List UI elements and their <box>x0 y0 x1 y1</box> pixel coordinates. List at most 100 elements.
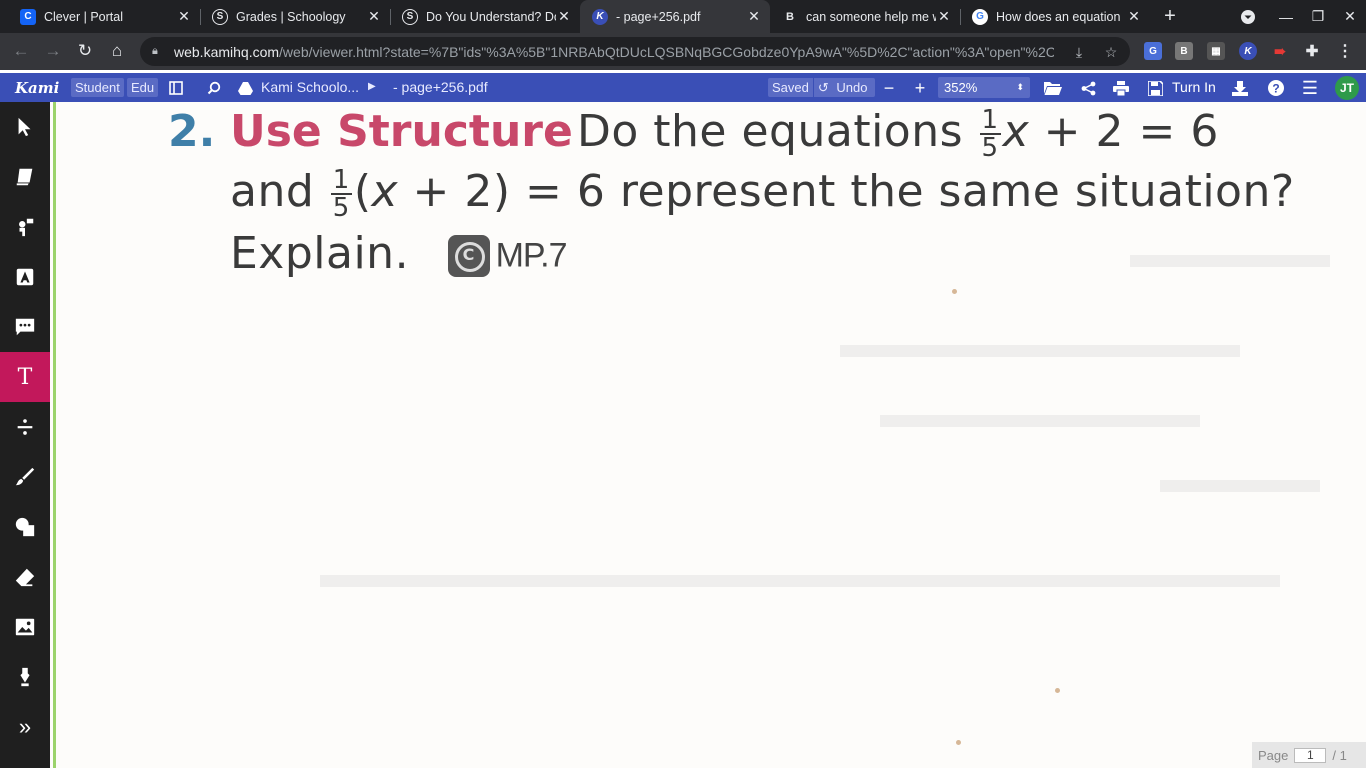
download-icon[interactable] <box>1229 77 1251 99</box>
brainly-favicon-icon: B <box>786 10 794 23</box>
select-tool[interactable] <box>0 102 50 152</box>
equation-tool[interactable] <box>0 402 50 452</box>
install-app-icon[interactable]: ⤓ <box>1070 43 1088 61</box>
back-icon[interactable]: ← <box>6 36 36 66</box>
address-bar[interactable]: 🔒︎ web.kamihq.com/web/viewer.html?state=… <box>140 37 1130 66</box>
open-folder-icon[interactable] <box>1042 77 1064 99</box>
extensions-puzzle-icon[interactable]: ✚ <box>1303 42 1321 60</box>
open-paren: ( <box>353 166 372 217</box>
hamburger-menu-icon[interactable]: ☰ <box>1299 77 1321 99</box>
dictionary-tool[interactable] <box>0 152 50 202</box>
screencastify-extension-icon[interactable]: ➠ <box>1271 42 1289 60</box>
close-tab-icon[interactable]: ✕ <box>746 8 762 25</box>
text-tool[interactable]: T <box>0 352 50 402</box>
variable-x: x <box>371 166 399 217</box>
speech-bubble-person-icon <box>19 218 34 237</box>
pdf-viewport[interactable]: ▬▬▬▬▬ ▬▬▬▬▬▬▬▬▬▬ ▬▬▬▬▬▬▬▬ ▬▬▬▬ ▬▬▬▬▬▬▬▬▬… <box>50 102 1366 768</box>
browser-tab-do-you-understand[interactable]: S Do You Understand? Do ✕ <box>390 0 580 33</box>
expand-toolbar-icon[interactable]: » <box>0 702 50 752</box>
avatar[interactable]: JT <box>1335 76 1359 100</box>
breadcrumb-folder[interactable]: Kami Schoolo... <box>261 79 359 95</box>
markup-tool[interactable] <box>0 252 50 302</box>
zoom-out-icon[interactable]: − <box>878 77 900 99</box>
google-favicon-icon: G <box>972 8 988 25</box>
lock-icon: 🔒︎ <box>152 45 158 57</box>
eraser-icon <box>15 568 35 587</box>
browser-toolbar: ← → ↻ ⌂ 🔒︎ web.kamihq.com/web/viewer.htm… <box>0 33 1366 70</box>
chrome-menu-icon[interactable]: ⋮ <box>1336 42 1354 60</box>
paper-speck <box>952 289 957 294</box>
close-tab-icon[interactable]: ✕ <box>1126 8 1142 25</box>
line1-tail: + 2 = 6 <box>1043 106 1219 157</box>
svg-text:?: ? <box>1272 82 1279 96</box>
save-disk-icon[interactable] <box>1144 77 1166 99</box>
print-icon[interactable] <box>1110 77 1132 99</box>
close-window-icon[interactable]: ✕ <box>1334 0 1366 33</box>
eraser-tool[interactable] <box>0 552 50 602</box>
zoom-select[interactable]: 352% ⬍ <box>938 77 1030 98</box>
page-label: Page <box>1258 747 1289 763</box>
tab-title: Grades | Schoology <box>236 9 346 24</box>
variable-x: x <box>1002 106 1030 157</box>
undo-label: Undo <box>836 80 868 95</box>
comment-tool[interactable] <box>0 302 50 352</box>
saved-label: Saved <box>772 80 809 95</box>
page-number-input[interactable]: 1 <box>1294 747 1327 763</box>
home-icon[interactable]: ⌂ <box>102 36 132 66</box>
fraction-one-fifth: 15 <box>979 107 1001 161</box>
new-tab-icon[interactable]: + <box>1154 0 1186 33</box>
share-icon[interactable] <box>1077 77 1099 99</box>
pen-nib-icon <box>20 667 30 687</box>
tab-title: - page+256.pdf <box>616 9 701 24</box>
line2-tail: + 2) = 6 represent the same situation? <box>412 166 1295 217</box>
shapes-tool[interactable] <box>0 502 50 552</box>
image-icon <box>15 618 35 636</box>
browser-tab-google[interactable]: G How does an equation ✕ <box>960 0 1150 33</box>
bleed-through-decoration: ▬▬▬▬▬▬▬▬▬▬▬▬▬▬▬▬▬▬▬▬▬▬▬▬ <box>320 552 1280 596</box>
help-icon[interactable]: ? <box>1265 77 1287 99</box>
signature-tool[interactable] <box>0 652 50 702</box>
file-name[interactable]: - page+256.pdf <box>393 79 488 95</box>
fraction-one-fifth: 15 <box>330 165 352 221</box>
bleed-through-decoration: ▬▬▬▬▬ <box>1130 232 1330 276</box>
turn-in-button[interactable]: Turn In <box>1172 79 1216 95</box>
minimize-icon[interactable]: — <box>1270 0 1302 33</box>
highlight-a-icon <box>16 268 34 286</box>
zoom-value: 352% <box>944 80 978 95</box>
math-practice-code: MP.7 <box>495 236 568 275</box>
browser-tab-grades[interactable]: S Grades | Schoology ✕ <box>200 0 390 33</box>
search-icon[interactable] <box>203 77 225 99</box>
drawing-tool[interactable] <box>0 452 50 502</box>
google-translate-extension-icon[interactable]: G <box>1144 42 1162 60</box>
forward-icon[interactable]: → <box>38 36 68 66</box>
bookmark-star-icon[interactable]: ☆ <box>1102 43 1120 61</box>
schoology-favicon-icon: S <box>212 8 228 25</box>
browser-tab-clever[interactable]: C Clever | Portal ✕ <box>8 0 200 33</box>
fraction-numerator: 1 <box>330 165 352 195</box>
paper-speck <box>956 740 961 745</box>
qr-extension-icon[interactable]: ▦ <box>1207 42 1225 60</box>
bleed-through-decoration: ▬▬▬▬ <box>1160 457 1320 501</box>
undo-button[interactable]: ↺ Undo <box>814 78 876 97</box>
image-tool[interactable] <box>0 602 50 652</box>
close-tab-icon[interactable]: ✕ <box>366 8 382 25</box>
kami-extension-icon[interactable]: K <box>1239 42 1257 60</box>
plan-badge: Edu <box>127 78 159 97</box>
breadcrumb-chevron-icon: ▶ <box>368 81 376 92</box>
brush-icon <box>15 467 35 486</box>
browser-tab-kami-pdf[interactable]: K - page+256.pdf ✕ <box>580 0 770 33</box>
reload-icon[interactable]: ↻ <box>70 36 100 66</box>
sidebar-toggle-icon[interactable] <box>165 77 187 99</box>
question-number: 2. <box>168 106 216 157</box>
close-tab-icon[interactable]: ✕ <box>176 8 192 25</box>
save-status: Saved ↺ Undo <box>768 78 876 97</box>
browser-tab-brainly[interactable]: B can someone help me w ✕ <box>770 0 960 33</box>
url-text: web.kamihq.com/web/viewer.html?state=%7B… <box>174 43 1054 60</box>
text-to-speech-tool[interactable] <box>0 202 50 252</box>
close-tab-icon[interactable]: ✕ <box>936 8 952 25</box>
zoom-in-icon[interactable]: + <box>909 77 931 99</box>
restore-icon[interactable]: ❐ <box>1302 0 1334 33</box>
tab-search-icon[interactable] <box>1232 0 1264 33</box>
b-extension-icon[interactable]: B <box>1175 42 1193 60</box>
close-tab-icon[interactable]: ✕ <box>556 8 572 25</box>
